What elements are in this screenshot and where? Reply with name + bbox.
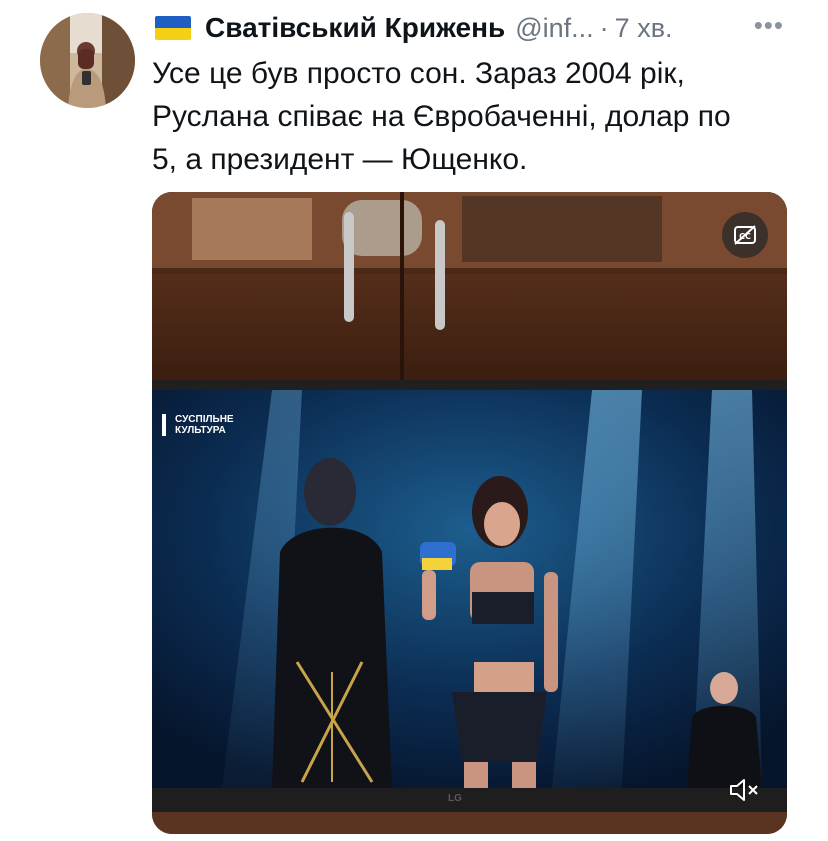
tweet-text-line: 5, а президент — Ющенко. bbox=[152, 143, 528, 176]
timestamp[interactable]: 7 хв. bbox=[615, 13, 673, 44]
tweet-header: Сватівський Крижень @inf... · 7 хв. bbox=[155, 8, 795, 48]
captions-off-icon[interactable]: CC bbox=[722, 212, 768, 258]
tweet-text-line: Усе це був просто сон. Зараз 2004 рік, bbox=[152, 57, 685, 90]
ukraine-flag-icon bbox=[155, 16, 191, 40]
tweet[interactable]: Сватівський Крижень @inf... · 7 хв. ••• … bbox=[0, 0, 828, 841]
channel-logo: СУСПІЛЬНЕ КУЛЬТУРА bbox=[162, 414, 234, 436]
tweet-text-line: Руслана співає на Євробаченні, долар по bbox=[152, 100, 731, 133]
volume-muted-icon[interactable] bbox=[724, 774, 764, 806]
channel-logo-line1: СУСПІЛЬНЕ bbox=[175, 414, 234, 425]
video-frame bbox=[152, 192, 787, 834]
handle[interactable]: @inf... bbox=[515, 13, 593, 44]
tv-brand-logo: LG bbox=[448, 793, 462, 804]
channel-logo-line2: КУЛЬТУРА bbox=[175, 425, 226, 436]
more-options-icon[interactable]: ••• bbox=[754, 10, 784, 41]
avatar[interactable] bbox=[40, 13, 135, 108]
video-player[interactable]: СУСПІЛЬНЕ КУЛЬТУРА LG CC bbox=[152, 192, 787, 834]
display-name[interactable]: Сватівський Крижень bbox=[205, 12, 505, 44]
tweet-text: Усе це був просто сон. Зараз 2004 рік, Р… bbox=[152, 52, 792, 181]
separator-dot: · bbox=[599, 12, 609, 43]
